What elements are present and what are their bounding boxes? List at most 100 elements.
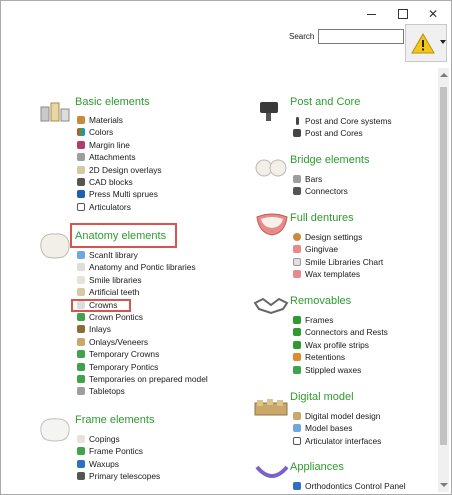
item-cad-blocks[interactable]: CAD blocks — [77, 176, 162, 188]
item-onlays-veneers[interactable]: Onlays/Veneers — [77, 336, 208, 348]
copings-icon — [77, 435, 85, 443]
item-wax-profile-strips[interactable]: Wax profile strips — [293, 339, 388, 351]
item-scanit-library[interactable]: ScanIt library — [77, 249, 208, 261]
attachments-icon — [77, 153, 85, 162]
artificial-teeth-icon — [77, 288, 85, 297]
item-artificial-teeth[interactable]: Artificial teeth — [77, 286, 208, 298]
crowns-highlight — [71, 299, 131, 312]
section-title-appliances[interactable]: Appliances — [290, 461, 344, 473]
articulator-interfaces-icon — [293, 436, 301, 445]
item-gingivae[interactable]: Gingivae — [293, 243, 383, 255]
item-crown-pontics[interactable]: Crown Pontics — [77, 311, 208, 323]
scrollbar-thumb[interactable] — [440, 87, 447, 445]
item-wax-templates[interactable]: Wax templates — [293, 268, 383, 280]
item-temporary-pontics[interactable]: Temporary Pontics — [77, 361, 208, 373]
section-title-post-and-core[interactable]: Post and Core — [290, 96, 360, 108]
post-core-systems-icon — [296, 117, 299, 125]
onlays-icon — [77, 337, 85, 346]
connectors-rests-icon — [293, 328, 301, 337]
full-dentures-icon — [256, 213, 288, 236]
model-bases-icon — [293, 424, 301, 433]
close-button[interactable]: ✕ — [423, 5, 443, 23]
bars-icon — [293, 175, 301, 183]
vertical-scrollbar[interactable] — [438, 68, 449, 492]
section-title-basic-elements[interactable]: Basic elements — [75, 96, 150, 108]
smile-libraries-icon — [77, 275, 85, 284]
item-digital-model-design[interactable]: Digital model design — [293, 410, 381, 422]
section-title-frame-elements[interactable]: Frame elements — [75, 414, 154, 426]
item-frames[interactable]: Frames — [293, 314, 388, 326]
item-tabletops[interactable]: Tabletops — [77, 385, 208, 397]
wax-templates-icon — [293, 270, 301, 279]
chevron-down-icon — [440, 40, 446, 44]
item-waxups[interactable]: Waxups — [77, 458, 160, 470]
anatomy-elements-list: ScanIt library Anatomy and Pontic librar… — [77, 249, 208, 398]
search-input[interactable] — [318, 29, 404, 44]
temporary-pontics-icon — [77, 362, 85, 371]
appliances-icon — [255, 465, 289, 478]
wax-strips-icon — [293, 340, 301, 349]
anatomy-libraries-icon — [77, 263, 85, 272]
item-connectors[interactable]: Connectors — [293, 185, 348, 197]
item-temporary-crowns[interactable]: Temporary Crowns — [77, 348, 208, 360]
temporary-crowns-icon — [77, 350, 85, 359]
item-colors[interactable]: Colors — [77, 126, 162, 138]
item-anatomy-pontic-libraries[interactable]: Anatomy and Pontic libraries — [77, 261, 208, 273]
item-inlays[interactable]: Inlays — [77, 323, 208, 335]
removables-list: Frames Connectors and Rests Wax profile … — [293, 314, 388, 376]
warning-triangle-icon — [411, 33, 435, 54]
item-copings[interactable]: Copings — [77, 433, 160, 445]
scroll-up-icon[interactable] — [440, 73, 448, 77]
post-and-cores-icon — [293, 129, 301, 138]
cad-blocks-icon — [77, 177, 85, 186]
section-title-anatomy-elements[interactable]: Anatomy elements — [75, 230, 166, 242]
retentions-icon — [293, 353, 301, 362]
item-primary-telescopes[interactable]: Primary telescopes — [77, 470, 160, 482]
articulators-icon — [77, 202, 85, 211]
digital-model-icon — [254, 399, 288, 416]
item-model-bases[interactable]: Model bases — [293, 422, 381, 434]
close-icon: ✕ — [427, 7, 439, 21]
item-post-and-cores[interactable]: Post and Cores — [293, 127, 392, 139]
item-press-multi-sprues[interactable]: Press Multi sprues — [77, 188, 162, 200]
stippled-waxes-icon — [293, 365, 301, 374]
item-articulators[interactable]: Articulators — [77, 201, 162, 213]
item-smile-libraries[interactable]: Smile libraries — [77, 274, 208, 286]
frames-icon — [293, 316, 301, 324]
item-articulator-interfaces[interactable]: Articulator interfaces — [293, 435, 381, 447]
item-orthodontics-control-panel[interactable]: Orthodontics Control Panel — [293, 480, 406, 492]
item-bars[interactable]: Bars — [293, 173, 348, 185]
item-retentions[interactable]: Retentions — [293, 351, 388, 363]
maximize-icon — [398, 9, 408, 19]
minimize-button[interactable] — [361, 5, 381, 23]
section-title-bridge-elements[interactable]: Bridge elements — [290, 154, 370, 166]
item-margin-line[interactable]: Margin line — [77, 139, 162, 151]
frame-elements-list: Copings Frame Pontics Waxups Primary tel… — [77, 433, 160, 483]
basic-elements-icon — [40, 102, 70, 122]
minimize-icon — [366, 14, 376, 15]
item-frame-pontics[interactable]: Frame Pontics — [77, 445, 160, 457]
item-design-settings[interactable]: Design settings — [293, 231, 383, 243]
item-attachments[interactable]: Attachments — [77, 151, 162, 163]
item-2d-design-overlays[interactable]: 2D Design overlays — [77, 164, 162, 176]
item-connectors-and-rests[interactable]: Connectors and Rests — [293, 326, 388, 338]
maximize-button[interactable] — [393, 5, 413, 23]
item-temporaries-prepared-model[interactable]: Temporaries on prepared model — [77, 373, 208, 385]
connectors-icon — [293, 187, 301, 196]
section-title-full-dentures[interactable]: Full dentures — [290, 212, 354, 224]
search-label: Search — [289, 32, 315, 41]
scroll-down-icon[interactable] — [440, 483, 448, 487]
inlays-icon — [77, 325, 85, 334]
warning-button[interactable] — [405, 24, 447, 62]
section-title-removables[interactable]: Removables — [290, 295, 351, 307]
item-stippled-waxes[interactable]: Stippled waxes — [293, 364, 388, 376]
item-materials[interactable]: Materials — [77, 114, 162, 126]
section-title-digital-model[interactable]: Digital model — [290, 391, 354, 403]
orthodontics-icon — [293, 482, 301, 490]
gingivae-icon — [293, 245, 301, 254]
appliances-list: Orthodontics Control Panel — [293, 480, 406, 492]
smile-chart-icon — [293, 257, 301, 266]
item-smile-libraries-chart[interactable]: Smile Libraries Chart — [293, 256, 383, 268]
item-post-core-systems[interactable]: Post and Core systems — [293, 115, 392, 127]
app-window: ✕ Search Basic elements Materials Colors… — [0, 0, 452, 495]
